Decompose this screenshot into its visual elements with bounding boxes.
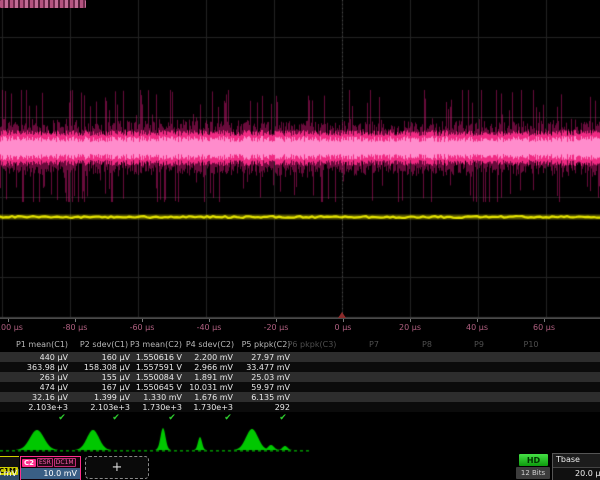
- add-trace-button[interactable]: +: [85, 456, 149, 479]
- stat-row: 263 µV 155 µV 1.550084 V 1.891 mV 25.03 mV: [0, 372, 600, 382]
- stat-row: 2.103e+3 2.103e+3 1.730e+3 1.730e+3 292: [0, 402, 600, 412]
- param-header-inactive[interactable]: P7: [369, 340, 379, 349]
- status-check-icon: ✔: [58, 413, 66, 423]
- oscilloscope-screen: -100 µs -80 µs -60 µs -40 µs -20 µs 0 µs 20 µs…: [0, 0, 600, 480]
- timebase-value: 20.0 µs/div: [553, 468, 600, 480]
- measurement-histogram-trace: [0, 426, 320, 452]
- axis-label: -40 µs: [197, 323, 222, 332]
- stat-value: 167 µV: [102, 383, 130, 392]
- axis-label: 60 µs: [533, 323, 555, 332]
- axis-label: 20 µs: [399, 323, 421, 332]
- stat-row: 32.16 µV 1.399 µV 1.330 mV 1.676 mV 6.135 mV: [0, 392, 600, 402]
- stat-value: 1.550645 V: [136, 383, 182, 392]
- axis-tick: [276, 319, 277, 322]
- param-header[interactable]: P2 sdev(C1): [80, 340, 128, 349]
- stat-value: 1.557591 V: [136, 363, 182, 372]
- stat-value: 27.97 mV: [251, 353, 290, 362]
- stat-value: 25.03 mV: [251, 373, 290, 382]
- param-header[interactable]: P5 pkpk(C2): [242, 340, 291, 349]
- param-header-inactive[interactable]: P8: [422, 340, 432, 349]
- c2-scale-value: 10.0 mV: [21, 468, 80, 479]
- stat-value: 155 µV: [102, 373, 130, 382]
- stat-value: 160 µV: [102, 353, 130, 362]
- stat-value: 1.330 mV: [143, 393, 182, 402]
- stat-value: 263 µV: [40, 373, 68, 382]
- trigger-position-icon[interactable]: [338, 312, 346, 318]
- axis-label: -80 µs: [63, 323, 88, 332]
- stat-value: 59.97 mV: [251, 383, 290, 392]
- time-axis: -100 µs -80 µs -60 µs -40 µs -20 µs 0 µs 20 µs…: [0, 318, 600, 336]
- stat-value: 1.730e+3: [142, 403, 182, 412]
- c2-esr-tag: ESR: [37, 458, 53, 467]
- cropped-pink-label: [0, 0, 86, 8]
- axis-tick: [410, 319, 411, 322]
- param-header[interactable]: P4 sdev(C2): [186, 340, 234, 349]
- axis-label: 40 µs: [466, 323, 488, 332]
- param-header[interactable]: P3 mean(C2): [130, 340, 182, 349]
- axis-label: 0 µs: [335, 323, 352, 332]
- param-header-inactive[interactable]: P9: [474, 340, 484, 349]
- stat-value: 363.98 µV: [27, 363, 68, 372]
- stat-value: 1.399 µV: [94, 393, 130, 402]
- stat-value: 2.966 mV: [194, 363, 233, 372]
- param-header-inactive[interactable]: P6 pkpk(C3): [288, 340, 337, 349]
- status-check-icon: ✔: [168, 413, 176, 423]
- stat-value: 292: [275, 403, 290, 412]
- axis-tick: [8, 319, 9, 322]
- stat-value: 1.550084 V: [136, 373, 182, 382]
- stat-row: 440 µV 160 µV 1.550616 V 2.200 mV 27.97 mV: [0, 352, 600, 362]
- stat-value: 1.550616 V: [136, 353, 182, 362]
- stat-value: 440 µV: [40, 353, 68, 362]
- waveform-grid-display[interactable]: [0, 0, 600, 322]
- channel1-descriptor[interactable]: DC1M 10.0 mV: [0, 456, 19, 480]
- stat-value: 1.891 mV: [194, 373, 233, 382]
- status-check-icon: ✔: [224, 413, 232, 423]
- channel1-descriptor-clip: DC1M 10.0 mV: [0, 452, 19, 480]
- axis-label: -100 µs: [0, 323, 23, 332]
- stat-value: 10.031 mV: [189, 383, 233, 392]
- stat-value: 158.308 µV: [84, 363, 130, 372]
- measurement-table: P1 mean(C1) P2 sdev(C1)P3 mean(C2) P4 sdev…: [0, 340, 600, 428]
- stat-value: 33.477 mV: [246, 363, 290, 372]
- stat-value: 6.135 mV: [251, 393, 290, 402]
- stat-value: 1.676 mV: [194, 393, 233, 402]
- axis-tick: [75, 319, 76, 322]
- stat-value: 1.730e+3: [193, 403, 233, 412]
- stat-value: 32.16 µV: [32, 393, 68, 402]
- hd-mode-badge[interactable]: HD: [519, 454, 548, 466]
- bottom-descriptor-bar: DC1M 10.0 mV C2 ESR DC1M 10.0 mV + HD 12…: [0, 452, 600, 480]
- param-header-inactive[interactable]: P10: [523, 340, 538, 349]
- timebase-title: Tbase: [553, 454, 600, 468]
- axis-tick: [544, 319, 545, 322]
- stat-row: 474 µV 167 µV 1.550645 V 10.031 mV 59.97 mV: [0, 382, 600, 392]
- param-header[interactable]: P1 mean(C1): [16, 340, 68, 349]
- c1-scale-value: 10.0 mV: [0, 469, 19, 480]
- axis-tick: [142, 319, 143, 322]
- hd-bits-label: 12 Bits: [516, 467, 550, 479]
- stat-value: 2.103e+3: [90, 403, 130, 412]
- axis-label: -60 µs: [130, 323, 155, 332]
- axis-tick: [209, 319, 210, 322]
- timebase-descriptor[interactable]: Tbase 20.0 µs/div: [552, 453, 600, 480]
- c2-coupling-tag: DC1M: [54, 458, 76, 467]
- stat-value: 2.103e+3: [28, 403, 68, 412]
- axis-tick: [343, 319, 344, 322]
- channel2-descriptor[interactable]: C2 ESR DC1M 10.0 mV: [20, 456, 81, 480]
- status-check-icon: ✔: [279, 413, 287, 423]
- status-check-icon: ✔: [112, 413, 120, 423]
- axis-tick: [477, 319, 478, 322]
- axis-label: -20 µs: [264, 323, 289, 332]
- stat-value: 474 µV: [40, 383, 68, 392]
- stat-row: 363.98 µV 158.308 µV 1.557591 V 2.966 mV 33.…: [0, 362, 600, 372]
- stat-value: 2.200 mV: [194, 353, 233, 362]
- c2-label: C2: [22, 459, 36, 467]
